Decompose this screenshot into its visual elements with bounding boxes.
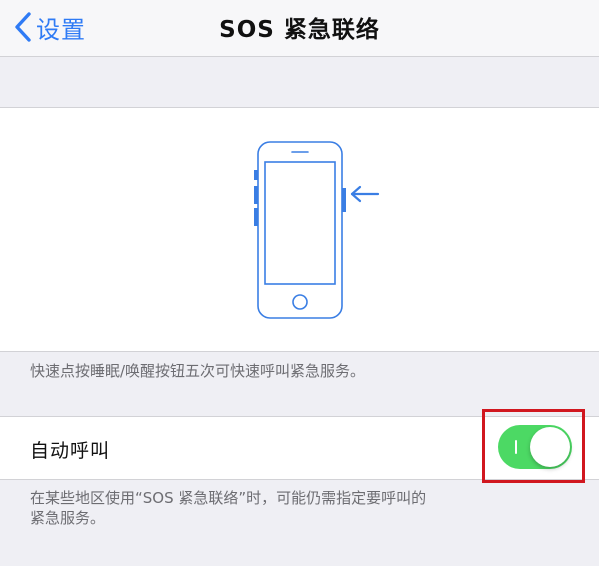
auto-call-caption-line-1: 在某些地区使用“SOS 紧急联络”时，可能仍需指定要呼叫的 xyxy=(30,489,427,507)
auto-call-row[interactable]: 自动呼叫 xyxy=(0,416,599,480)
arrow-left-icon xyxy=(350,185,380,203)
toggle-knob xyxy=(530,427,570,467)
side-button-illustration xyxy=(0,107,599,352)
auto-call-toggle[interactable] xyxy=(498,425,572,469)
auto-call-caption-line-2: 紧急服务。 xyxy=(30,509,106,527)
navigation-bar: 设置 SOS 紧急联络 xyxy=(0,0,599,57)
side-button-caption: 快速点按睡眠/唤醒按钮五次可快速呼叫紧急服务。 xyxy=(30,362,366,380)
toggle-on-indicator xyxy=(515,440,517,454)
sos-settings-page: 设置 SOS 紧急联络 快速点按睡眠/唤醒按钮五次可快速呼叫紧急服务。 自动呼叫 xyxy=(0,0,599,566)
page-title: SOS 紧急联络 xyxy=(219,17,380,43)
iphone-side-button-icon xyxy=(254,141,380,319)
auto-call-label: 自动呼叫 xyxy=(30,440,111,462)
auto-call-caption: 在某些地区使用“SOS 紧急联络”时，可能仍需指定要呼叫的 紧急服务。 xyxy=(30,488,426,528)
